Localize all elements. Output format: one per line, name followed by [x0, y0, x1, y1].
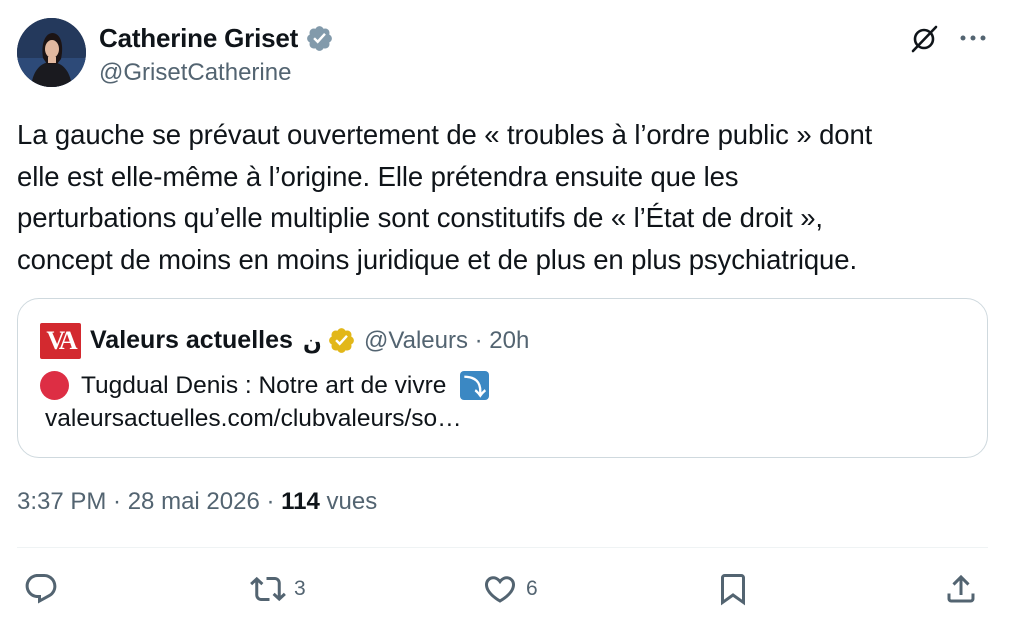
author-name[interactable]: Catherine Griset	[99, 23, 334, 54]
grok-icon[interactable]	[909, 22, 941, 54]
quoted-tweet-text-content: Tugdual Denis : Notre art de vivre	[81, 371, 447, 399]
tweet-text: La gauche se prévaut ouvertement de « tr…	[17, 114, 977, 280]
quoted-handle-time[interactable]: @Valeurs · 20h	[364, 327, 529, 355]
tweet-text-line: elle est elle-même à l’origine. Elle pré…	[17, 160, 739, 192]
heart-icon	[484, 576, 516, 603]
retweet-button[interactable]: 3	[250, 569, 306, 609]
red-circle-icon	[40, 371, 69, 400]
author-name-text: Catherine Griset	[99, 23, 299, 53]
bookmark-icon	[721, 574, 745, 606]
share-icon	[947, 574, 975, 603]
more-options-icon[interactable]	[957, 26, 989, 50]
quoted-tweet-link[interactable]: valeursactuelles.com/clubvaleurs/so…	[45, 405, 462, 433]
quoted-account-logo[interactable]: VA	[40, 323, 81, 359]
arrow-down-icon: ⤵	[460, 371, 490, 400]
tweet-text-line: perturbations qu’elle multiplie sont con…	[17, 202, 823, 233]
bookmark-button[interactable]	[715, 569, 751, 609]
quoted-tweet-text: Tugdual Denis : Notre art de vivre ⤵	[40, 371, 490, 400]
views-label: vues	[319, 488, 378, 515]
retweet-icon	[250, 576, 286, 602]
avatar-image	[17, 18, 86, 87]
share-button[interactable]	[943, 569, 979, 609]
avatar[interactable]	[17, 18, 86, 87]
verified-badge-icon[interactable]	[305, 24, 334, 53]
quoted-tweet-card[interactable]: VA Valeurs actuelles ن @Valeurs · 20h Tu…	[17, 298, 988, 458]
reply-button[interactable]	[23, 569, 59, 609]
quoted-account-name-suffix: ن	[303, 330, 322, 355]
tweet-text-line: concept de moins en moins juridique et d…	[17, 243, 857, 275]
tweet-text-line: La gauche se prévaut ouvertement de « tr…	[17, 119, 873, 150]
divider	[17, 547, 988, 548]
like-count: 6	[526, 577, 538, 600]
like-button[interactable]: 6	[482, 569, 538, 609]
tweet-meta: 3:37 PM · 28 mai 2026 · 114 vues	[17, 488, 377, 516]
gold-verified-badge-icon[interactable]	[327, 326, 356, 355]
retweet-count: 3	[294, 577, 306, 600]
tweet-timestamp[interactable]: 3:37 PM · 28 mai 2026 ·	[17, 488, 281, 515]
author-handle[interactable]: @GrisetCatherine	[99, 59, 291, 87]
quoted-account-name[interactable]: Valeurs actuelles	[90, 326, 293, 355]
reply-icon	[25, 574, 57, 604]
views-count: 114	[281, 488, 320, 515]
